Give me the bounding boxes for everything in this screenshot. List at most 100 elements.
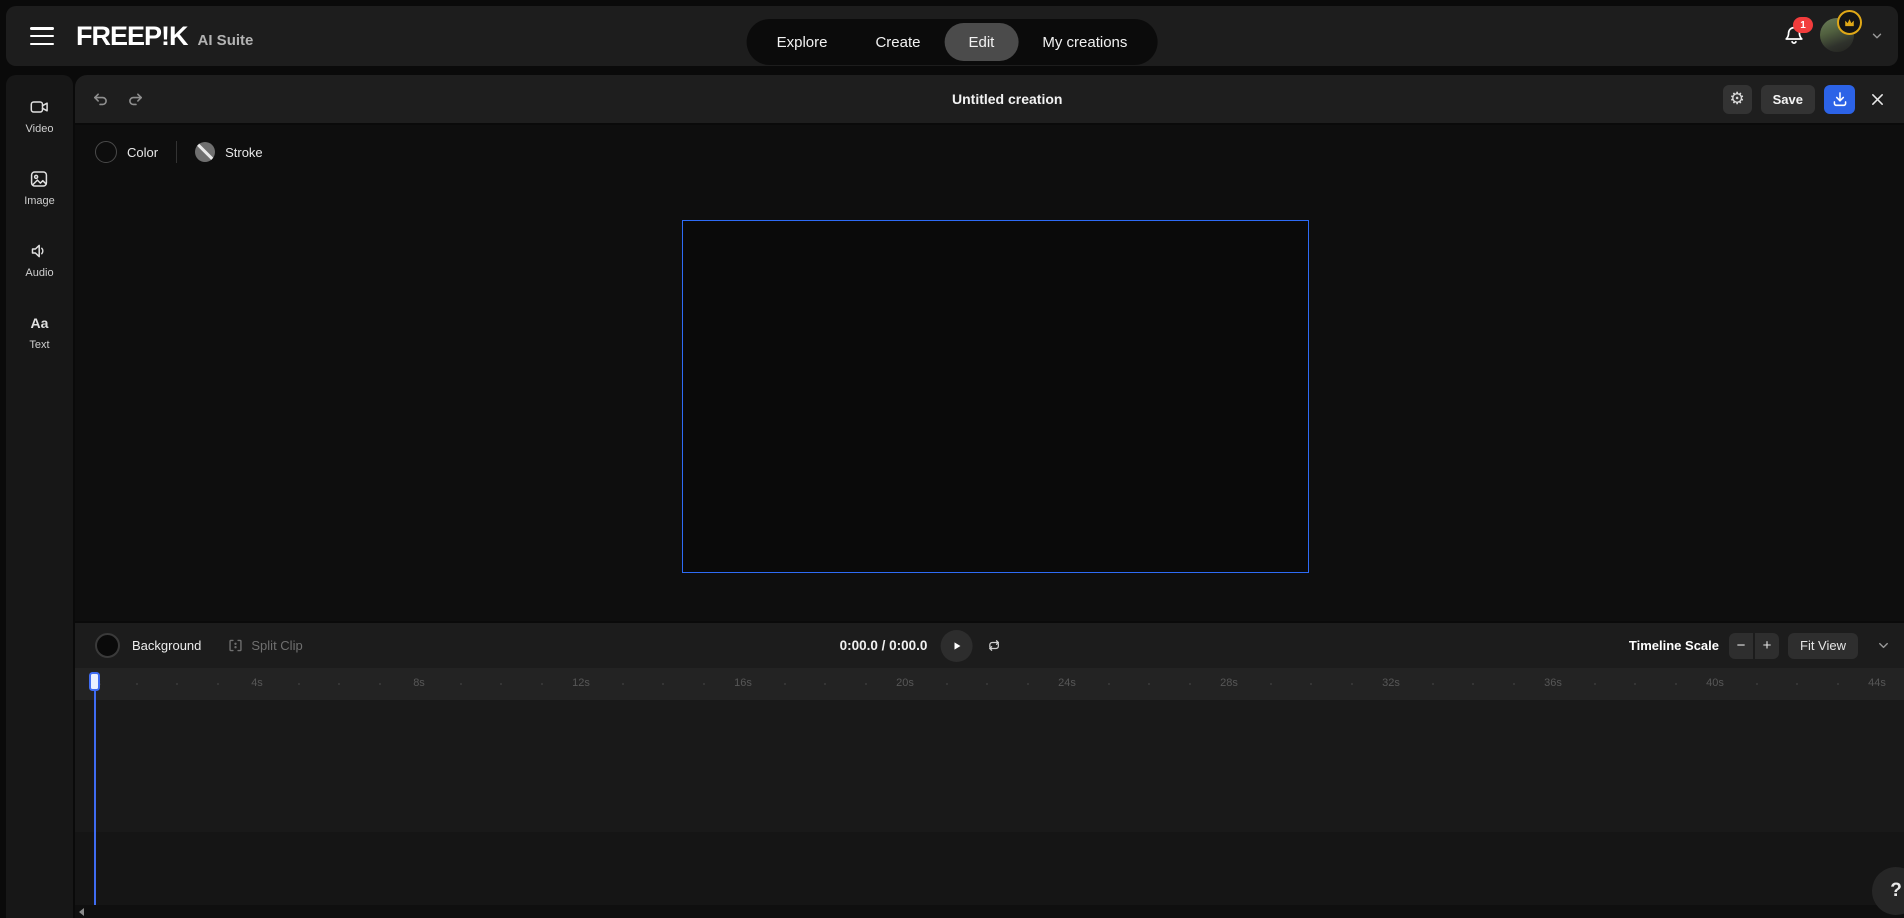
background-color-swatch[interactable]: [95, 633, 120, 658]
split-clip-icon: [227, 637, 244, 654]
stroke-label: Stroke: [225, 145, 263, 160]
ruler-tick: [1310, 683, 1312, 685]
ruler-tick: [541, 683, 543, 685]
ruler-tick: [1837, 683, 1839, 685]
user-avatar[interactable]: [1820, 18, 1856, 54]
ruler-tick: [1675, 683, 1677, 685]
image-icon: [29, 169, 49, 189]
close-editor-button[interactable]: [1864, 86, 1890, 112]
ruler-tick: [136, 683, 138, 685]
download-button[interactable]: [1824, 85, 1855, 114]
freepik-logo[interactable]: FREEP!K: [76, 21, 188, 52]
download-icon: [1831, 90, 1849, 108]
split-clip-button[interactable]: Split Clip: [227, 637, 302, 654]
ruler-label: 40s: [1706, 677, 1724, 689]
account-chevron-down-icon[interactable]: [1870, 29, 1884, 43]
timeline-toolbar-left: Background Split Clip: [95, 623, 303, 668]
ruler-tick: [1351, 683, 1353, 685]
close-icon: [1869, 91, 1886, 108]
notifications-button[interactable]: 1: [1782, 24, 1806, 48]
playhead-handle[interactable]: [89, 672, 100, 691]
ruler-tick: [338, 683, 340, 685]
tab-create[interactable]: Create: [851, 23, 944, 61]
ruler-tick: [1108, 683, 1110, 685]
save-button[interactable]: Save: [1761, 85, 1815, 114]
ruler-tick: [1634, 683, 1636, 685]
sidebar-item-label: Video: [26, 123, 54, 135]
timeline-horizontal-scrollbar[interactable]: [75, 905, 1904, 918]
history-controls: [91, 75, 145, 123]
fill-color-swatch[interactable]: [95, 141, 117, 163]
undo-icon[interactable]: [91, 90, 110, 109]
ruler-tick: [176, 683, 178, 685]
ruler-label: 28s: [1220, 677, 1238, 689]
tab-edit[interactable]: Edit: [945, 23, 1019, 61]
top-bar: FREEP!K AI Suite Explore Create Edit My …: [6, 6, 1898, 66]
ruler-tick: [1472, 683, 1474, 685]
ruler-tick: [622, 683, 624, 685]
editor-actions: ⚙ Save: [1723, 75, 1890, 123]
play-button[interactable]: [940, 630, 972, 662]
ruler-label: 36s: [1544, 677, 1562, 689]
ruler-tick: [784, 683, 786, 685]
ruler-tick: [217, 683, 219, 685]
ruler-tick: [946, 683, 948, 685]
loop-icon[interactable]: [985, 637, 1002, 654]
timeline-collapse-chevron-icon[interactable]: [1876, 638, 1891, 653]
ruler-tick: [379, 683, 381, 685]
sidebar-item-image[interactable]: Image: [24, 169, 55, 207]
ruler-tick: [662, 683, 664, 685]
sidebar-item-label: Text: [29, 339, 49, 351]
brand[interactable]: FREEP!K AI Suite: [76, 21, 253, 52]
redo-icon[interactable]: [126, 90, 145, 109]
ruler-tick: [500, 683, 502, 685]
ruler-tick: [298, 683, 300, 685]
ruler-tick: [460, 683, 462, 685]
ruler-tick: [1513, 683, 1515, 685]
scroll-left-arrow-icon[interactable]: [79, 908, 84, 916]
timeline-ruler[interactable]: 0s4s8s12s16s20s24s28s32s36s40s44s: [75, 668, 1904, 700]
ruler-tick: [1027, 683, 1029, 685]
ruler-tick: [1270, 683, 1272, 685]
settings-button[interactable]: ⚙: [1723, 85, 1752, 114]
ruler-tick: [1189, 683, 1191, 685]
tab-my-creations[interactable]: My creations: [1018, 23, 1151, 61]
sidebar-item-text[interactable]: Aa Text: [29, 313, 49, 351]
ruler-tick: [1432, 683, 1434, 685]
ruler-label: 16s: [734, 677, 752, 689]
timeline-scale-controls: Timeline Scale − + Fit View: [1629, 623, 1891, 668]
timeline-tracks[interactable]: [75, 700, 1904, 832]
sidebar-item-video[interactable]: Video: [26, 97, 54, 135]
tab-explore[interactable]: Explore: [753, 23, 852, 61]
notification-badge: 1: [1793, 17, 1813, 33]
help-icon: ?: [1890, 880, 1902, 902]
properties-divider: [176, 141, 177, 163]
ai-suite-label: AI Suite: [198, 32, 254, 49]
selected-clip-frame[interactable]: [682, 220, 1309, 573]
timeline-lower-area: [75, 832, 1904, 905]
fit-view-button[interactable]: Fit View: [1788, 633, 1858, 659]
audio-icon: [29, 241, 49, 261]
gear-icon: ⚙: [1730, 89, 1745, 109]
sidebar-item-label: Image: [24, 195, 55, 207]
editor-header: Untitled creation ⚙ Save: [75, 75, 1904, 123]
playback-controls: 0:00.0 / 0:00.0: [840, 623, 1003, 668]
ruler-tick: [1756, 683, 1758, 685]
ruler-label: 4s: [251, 677, 263, 689]
ruler-label: 44s: [1868, 677, 1886, 689]
premium-crown-icon: [1837, 10, 1862, 35]
zoom-out-button[interactable]: −: [1729, 633, 1753, 659]
main-nav-tabs: Explore Create Edit My creations: [747, 19, 1158, 65]
zoom-in-button[interactable]: +: [1755, 633, 1779, 659]
ruler-label: 8s: [413, 677, 425, 689]
topbar-right: 1: [1782, 6, 1884, 66]
ruler-label: 12s: [572, 677, 590, 689]
stroke-none-swatch[interactable]: [195, 142, 215, 162]
ruler-tick: [1796, 683, 1798, 685]
canvas-area[interactable]: Color Stroke: [75, 125, 1904, 621]
creation-title[interactable]: Untitled creation: [952, 75, 1062, 123]
ruler-tick: [824, 683, 826, 685]
sidebar-item-audio[interactable]: Audio: [25, 241, 53, 279]
split-clip-label: Split Clip: [251, 638, 302, 653]
hamburger-menu-icon[interactable]: [30, 27, 54, 45]
